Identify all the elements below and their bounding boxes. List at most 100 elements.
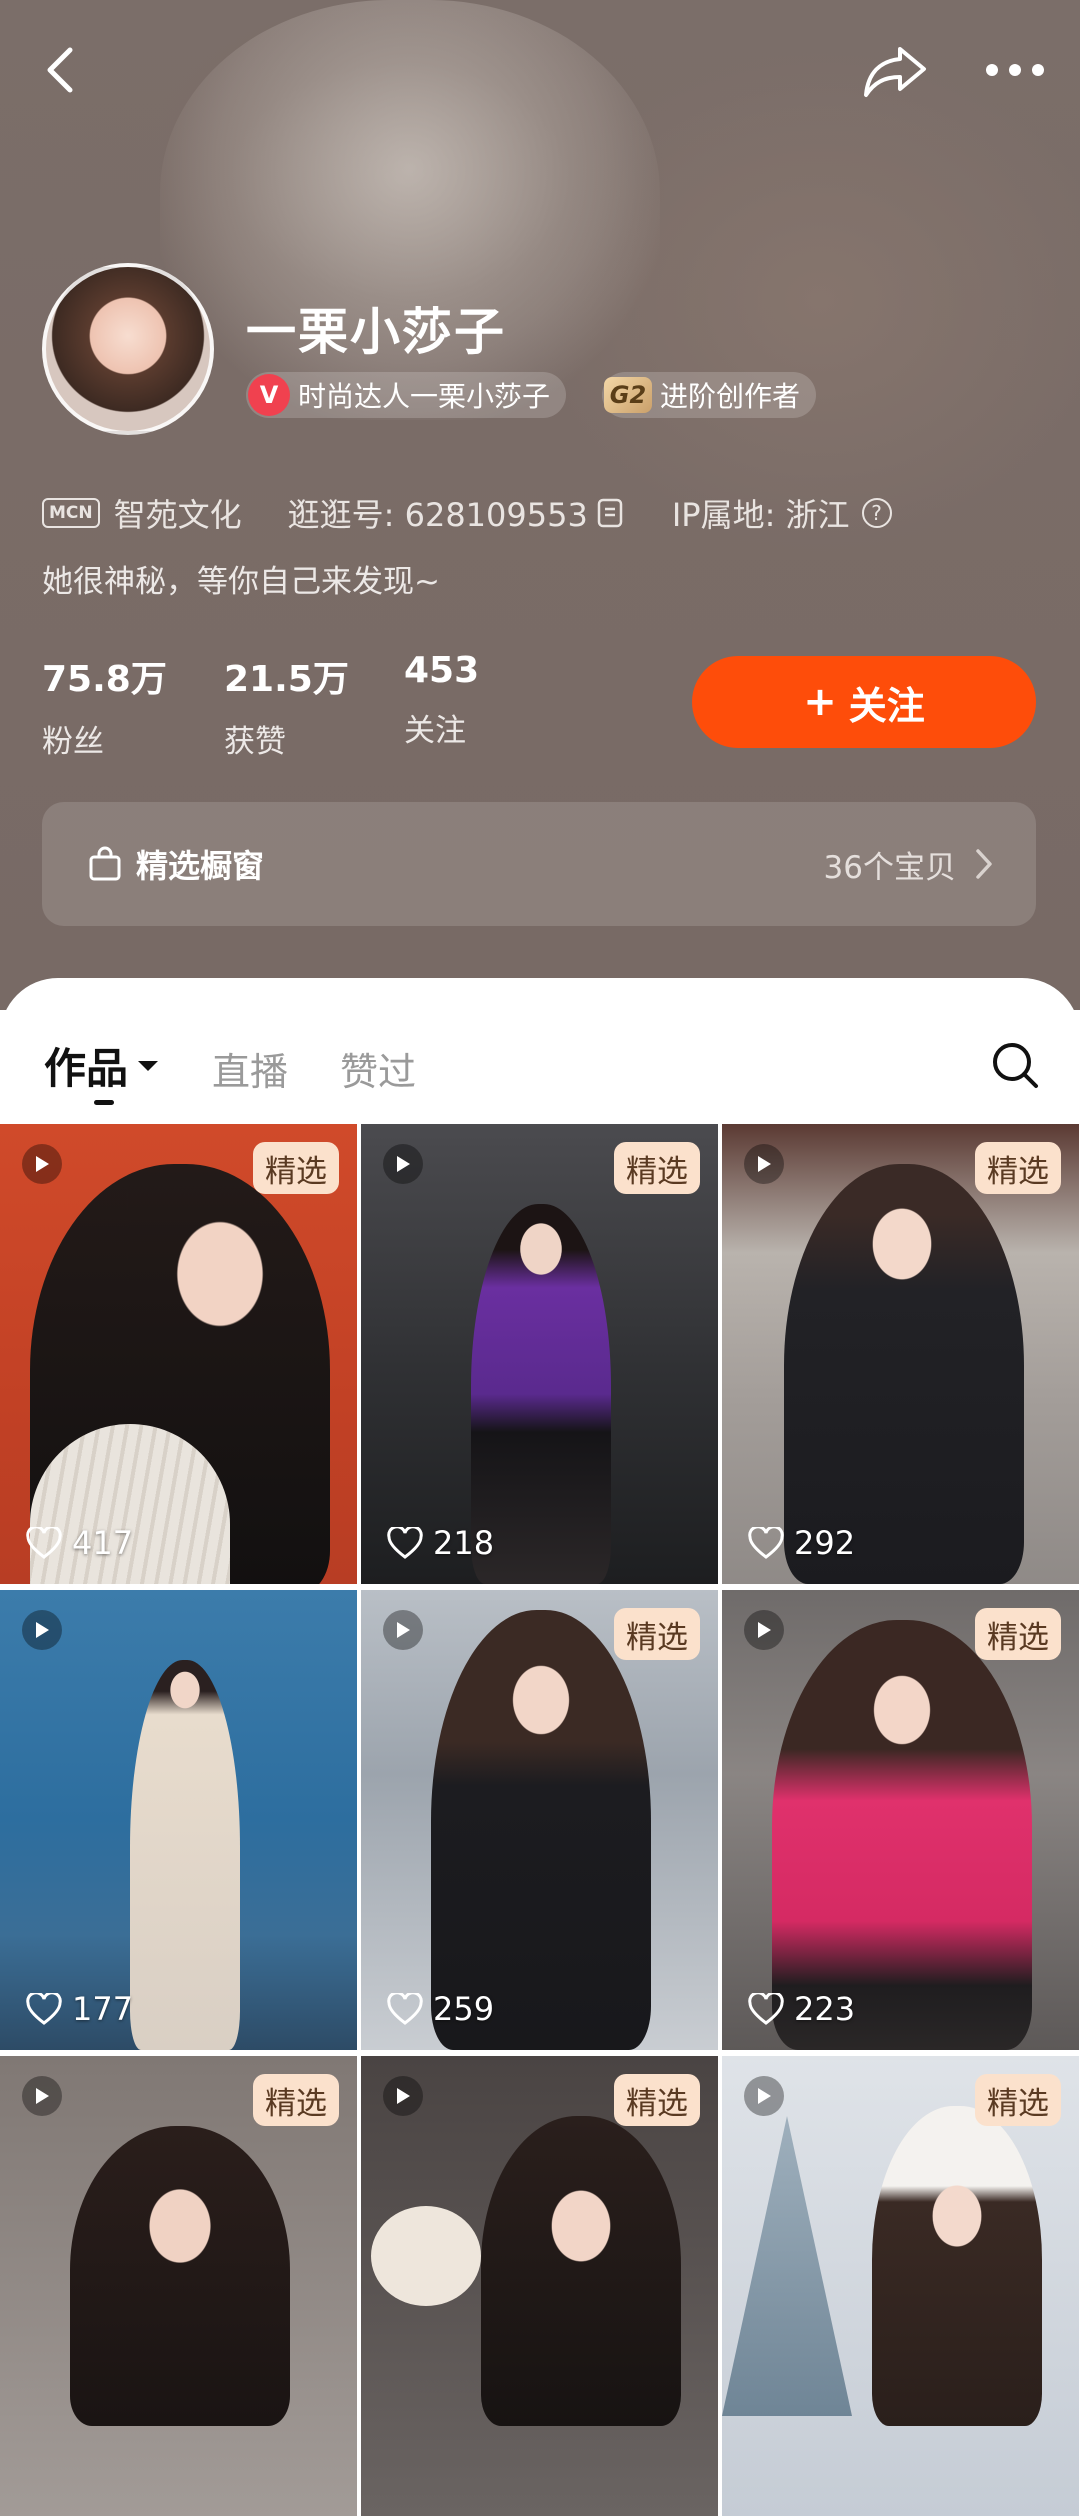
stat-fans[interactable]: 75.8万 粉丝 — [42, 650, 167, 761]
play-icon — [383, 2076, 423, 2116]
stat-likes[interactable]: 21.5万 获赞 — [224, 650, 349, 761]
play-icon — [383, 1144, 423, 1184]
creator-level-label: 进阶创作者 — [660, 380, 801, 413]
heart-icon — [26, 1527, 62, 1559]
video-card[interactable]: 精选 223 — [722, 1590, 1079, 2050]
g2-level-icon: G2 — [604, 377, 652, 413]
stat-following[interactable]: 453 关注 — [404, 650, 479, 750]
play-icon — [744, 1610, 784, 1650]
featured-tag: 精选 — [614, 1608, 700, 1660]
video-thumbnail — [431, 1610, 651, 2050]
like-count: 218 — [387, 1524, 494, 1562]
share-arrow-icon — [864, 47, 926, 97]
heart-icon — [387, 1993, 423, 2025]
stat-value: 21.5万 — [224, 659, 349, 700]
mcn-tag: MCN — [42, 498, 100, 528]
video-card[interactable]: 精选 259 — [361, 1590, 718, 2050]
heart-icon — [748, 1993, 784, 2025]
profile-meta-row: MCN 智苑文化 逛逛号: 628109553 IP属地: 浙江 ? — [42, 488, 892, 538]
featured-tag: 精选 — [253, 2074, 339, 2126]
verified-v-icon: V — [248, 374, 290, 416]
back-button[interactable] — [30, 40, 90, 100]
ellipsis-icon — [986, 64, 1044, 76]
more-button[interactable] — [980, 48, 1050, 92]
like-count: 417 — [26, 1524, 133, 1562]
video-card[interactable]: 精选 — [722, 2056, 1079, 2516]
chevron-left-icon — [47, 47, 73, 93]
play-icon — [383, 1610, 423, 1650]
video-thumbnail — [772, 1620, 1032, 2050]
plus-icon: + — [803, 679, 837, 725]
video-thumbnail — [130, 1660, 240, 2050]
like-count-value: 292 — [794, 1524, 856, 1562]
video-thumbnail — [872, 2106, 1042, 2426]
heart-icon — [748, 1527, 784, 1559]
video-card[interactable]: 精选 — [0, 2056, 357, 2516]
creator-level-badge[interactable]: G2 进阶创作者 — [602, 372, 817, 418]
search-button[interactable] — [990, 1040, 1040, 1090]
stat-value: 453 — [404, 650, 480, 691]
account-id: 逛逛号: 628109553 — [287, 496, 588, 534]
play-icon — [744, 2076, 784, 2116]
video-card[interactable]: 精选 — [361, 2056, 718, 2516]
play-icon — [22, 1610, 62, 1650]
avatar[interactable] — [42, 263, 214, 435]
verified-badge[interactable]: V 时尚达人一栗小莎子 — [246, 372, 567, 418]
featured-tag: 精选 — [614, 1142, 700, 1194]
play-icon — [22, 2076, 62, 2116]
tab-label: 作品 — [44, 1044, 129, 1093]
like-count: 259 — [387, 1990, 494, 2028]
stat-label: 关注 — [404, 713, 466, 749]
active-tab-indicator — [94, 1100, 114, 1105]
like-count-value: 417 — [72, 1524, 134, 1562]
tab-works[interactable]: 作品 — [44, 1035, 159, 1096]
chevron-right-icon — [974, 847, 994, 881]
video-card[interactable]: 177 — [0, 1590, 357, 2050]
play-icon — [744, 1144, 784, 1184]
video-thumbnail — [481, 2116, 681, 2426]
follow-button-label: 关注 — [848, 683, 925, 728]
featured-tag: 精选 — [614, 2074, 700, 2126]
tab-live[interactable]: 直播 — [212, 1041, 288, 1096]
follow-button[interactable]: + 关注 — [692, 656, 1036, 748]
tab-liked[interactable]: 赞过 — [340, 1041, 416, 1096]
like-count: 292 — [748, 1524, 855, 1562]
share-button[interactable] — [860, 38, 930, 104]
showcase-title: 精选橱窗 — [136, 847, 265, 885]
plush-toy — [371, 2206, 481, 2306]
verified-badge-label: 时尚达人一栗小莎子 — [298, 380, 551, 413]
shopping-bag-icon — [88, 846, 122, 882]
like-count: 177 — [26, 1990, 133, 2028]
heart-icon — [26, 1993, 62, 2025]
like-count-value: 223 — [794, 1990, 856, 2028]
featured-tag: 精选 — [975, 2074, 1061, 2126]
like-count: 223 — [748, 1990, 855, 2028]
video-thumbnail — [70, 2126, 290, 2426]
video-thumbnail — [784, 1164, 1024, 1584]
search-icon — [993, 1043, 1038, 1088]
video-card[interactable]: 精选 292 — [722, 1124, 1079, 1584]
featured-tag: 精选 — [975, 1142, 1061, 1194]
copy-icon[interactable] — [596, 497, 626, 529]
mcn-name[interactable]: 智苑文化 — [114, 490, 242, 536]
stat-label: 获赞 — [224, 724, 286, 760]
featured-tag: 精选 — [253, 1142, 339, 1194]
stat-label: 粉丝 — [42, 724, 104, 760]
play-icon — [22, 1144, 62, 1184]
video-card[interactable]: 精选 218 — [361, 1124, 718, 1584]
heart-icon — [387, 1527, 423, 1559]
featured-tag: 精选 — [975, 1608, 1061, 1660]
showcase-bar[interactable]: 精选橱窗 36个宝贝 — [42, 802, 1036, 926]
like-count-value: 177 — [72, 1990, 134, 2028]
stat-value: 75.8万 — [42, 659, 167, 700]
showcase-count: 36个宝贝 — [823, 849, 956, 886]
content-tabs: 作品 直播 赞过 — [44, 1036, 468, 1096]
christmas-tree — [722, 2116, 852, 2416]
like-count-value: 218 — [433, 1524, 495, 1562]
video-card[interactable]: 精选 417 — [0, 1124, 357, 1584]
caret-down-icon — [138, 1060, 159, 1071]
profile-name: 一栗小莎子 — [246, 303, 506, 361]
bio: 她很神秘，等你自己来发现~ — [42, 564, 440, 600]
like-count-value: 259 — [433, 1990, 495, 2028]
help-icon[interactable]: ? — [861, 498, 892, 528]
